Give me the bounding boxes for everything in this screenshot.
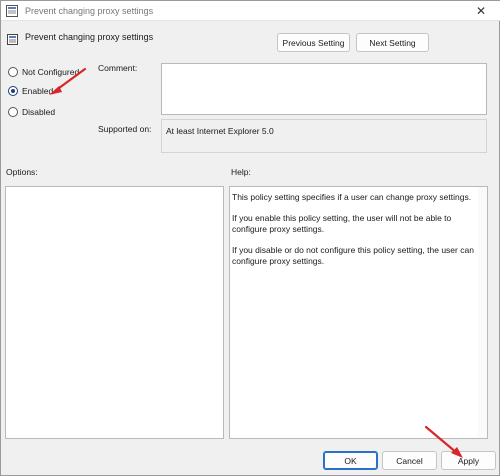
radio-enabled-circle[interactable] [8, 86, 18, 96]
annotation-arrow-enabled [49, 67, 87, 95]
radio-disabled[interactable]: Disabled [8, 107, 55, 117]
help-panel: This policy setting specifies if a user … [229, 186, 488, 439]
radio-disabled-circle[interactable] [8, 107, 18, 117]
close-icon: ✕ [475, 4, 487, 18]
cancel-label: Cancel [396, 455, 423, 466]
help-paragraph-2: If you enable this policy setting, the u… [232, 213, 452, 234]
comment-label: Comment: [98, 63, 138, 73]
radio-disabled-label: Disabled [22, 107, 56, 117]
previous-setting-label: Previous Setting [282, 37, 345, 48]
next-setting-label: Next Setting [369, 37, 416, 48]
policy-window-icon [6, 5, 18, 17]
policy-setting-icon [7, 34, 18, 45]
help-label: Help: [231, 167, 251, 177]
supported-on-value: At least Internet Explorer 5.0 [166, 126, 274, 136]
policy-name: Prevent changing proxy settings [25, 32, 154, 42]
options-label: Options: [6, 167, 38, 177]
comment-field[interactable] [161, 63, 487, 115]
supported-on-label: Supported on: [98, 124, 152, 134]
close-button[interactable]: ✕ [461, 1, 500, 21]
help-text: This policy setting specifies if a user … [232, 192, 482, 277]
annotation-arrow-apply [424, 425, 463, 458]
radio-not-configured-circle[interactable] [8, 67, 18, 77]
help-scrollbar[interactable] [478, 187, 487, 438]
help-paragraph-3: If you disable or do not configure this … [232, 245, 474, 266]
help-paragraph-1: This policy setting specifies if a user … [232, 192, 472, 202]
next-setting-button[interactable]: Next Setting [356, 33, 429, 52]
ok-label: OK [344, 455, 357, 466]
supported-on-field: At least Internet Explorer 5.0 [161, 119, 487, 153]
options-panel [5, 186, 224, 439]
previous-setting-button[interactable]: Previous Setting [277, 33, 350, 52]
title-bar: Prevent changing proxy settings ✕ [1, 1, 500, 21]
window-title: Prevent changing proxy settings [25, 6, 154, 16]
ok-button[interactable]: OK [323, 451, 378, 470]
